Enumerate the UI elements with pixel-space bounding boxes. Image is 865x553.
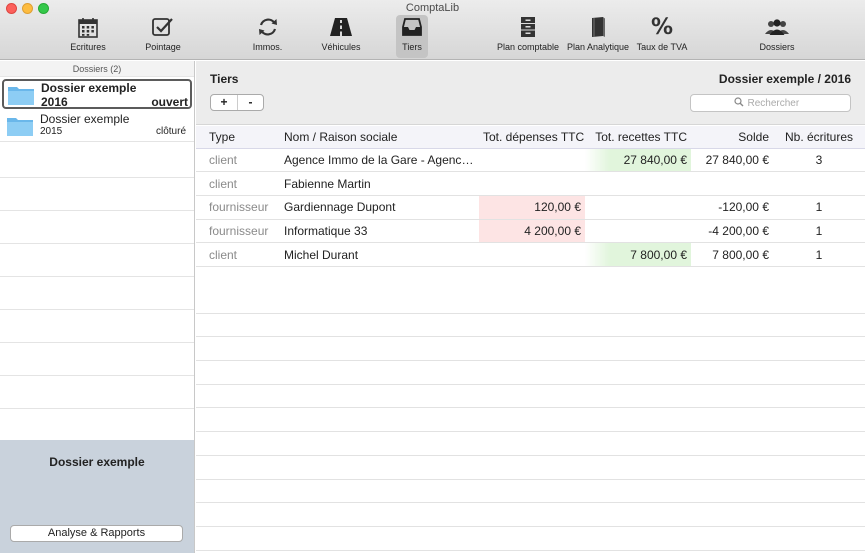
cell-nb: 1: [773, 195, 865, 220]
cell-name: Informatique 33: [278, 219, 479, 244]
toolbar-taux-tva-button[interactable]: % Taux de TVA: [634, 15, 690, 58]
cell-solde: -4 200,00 €: [691, 219, 773, 244]
toolbar-tiers-label: Tiers: [402, 42, 422, 52]
dossier-info-panel: Dossier exemple Analyse & Rapports: [0, 440, 194, 553]
toolbar-immos-label: Immos.: [252, 42, 283, 52]
cell-solde: 7 800,00 €: [691, 242, 773, 267]
toolbar-plan-comptable-button[interactable]: Plan comptable: [494, 15, 562, 58]
column-header-nb-ecritures[interactable]: Nb. écritures: [773, 126, 865, 149]
cell-recettes: [585, 219, 691, 244]
search-input[interactable]: [747, 97, 808, 109]
cabinet-icon: [520, 15, 536, 39]
tiers-header: Tiers Dossier exemple / 2016 + -: [196, 61, 865, 125]
remove-tiers-button[interactable]: -: [237, 95, 263, 110]
column-header-recettes[interactable]: Tot. recettes TTC: [585, 126, 691, 149]
cell-recettes: 7 800,00 €: [585, 242, 691, 267]
folder-item-2016[interactable]: Dossier exemple 2016 ouvert: [2, 79, 192, 109]
checkbox-icon: [152, 15, 174, 39]
tiers-table: Type Nom / Raison sociale Tot. dépenses …: [196, 126, 865, 267]
calendar-icon: [78, 15, 98, 39]
add-tiers-button[interactable]: +: [211, 95, 237, 110]
cell-name: Gardiennage Dupont: [278, 195, 479, 220]
table-empty-rows: [196, 290, 865, 551]
folder-status: ouvert: [151, 95, 188, 109]
search-field[interactable]: [690, 94, 851, 112]
cell-depenses: 120,00 €: [479, 195, 585, 220]
percent-icon: %: [650, 14, 674, 40]
toolbar-plan-analytique-button[interactable]: Plan Analytique: [565, 15, 631, 58]
table-row[interactable]: client Agence Immo de la Gare - Agence I…: [196, 148, 865, 173]
toolbar-dossiers-button[interactable]: Dossiers: [756, 15, 798, 58]
column-header-type[interactable]: Type: [196, 126, 278, 149]
cell-type: fournisseur: [196, 195, 278, 220]
cell-recettes: [585, 171, 691, 196]
folder-status: clôturé: [155, 126, 186, 137]
cell-type: client: [196, 171, 278, 196]
toolbar-immos-button[interactable]: Immos.: [245, 15, 290, 58]
cell-depenses: 4 200,00 €: [479, 219, 585, 244]
column-header-solde[interactable]: Solde: [691, 126, 773, 149]
add-remove-control: + -: [210, 94, 264, 111]
toolbar-pointage-button[interactable]: Pointage: [138, 15, 188, 58]
cell-recettes: [585, 195, 691, 220]
road-icon: [329, 15, 353, 39]
cell-nb: [773, 171, 865, 196]
sidebar-empty-rows: [0, 145, 194, 442]
table-row[interactable]: client Michel Durant 7 800,00 € 7 800,00…: [196, 242, 865, 267]
tiers-pane: Tiers Dossier exemple / 2016 + - Type No…: [196, 61, 865, 553]
folder-item-2015[interactable]: Dossier exemple 2015 clôturé: [0, 109, 194, 142]
cell-nb: 1: [773, 242, 865, 267]
toolbar-ecritures-button[interactable]: Ecritures: [62, 15, 114, 58]
cell-type: fournisseur: [196, 219, 278, 244]
toolbar-dossiers-label: Dossiers: [759, 42, 795, 52]
cell-depenses: [479, 148, 585, 173]
table-row[interactable]: fournisseur Informatique 33 4 200,00 € -…: [196, 219, 865, 244]
dossiers-sidebar: Dossiers (2) Dossier exemple 2016 ouvert…: [0, 61, 195, 553]
column-header-depenses[interactable]: Tot. dépenses TTC: [479, 126, 585, 149]
table-row[interactable]: fournisseur Gardiennage Dupont 120,00 € …: [196, 195, 865, 220]
inbox-icon: [402, 15, 422, 39]
cell-recettes: 27 840,00 €: [585, 148, 691, 173]
folder-icon: [7, 84, 35, 109]
search-icon: [733, 96, 744, 110]
cell-name: Michel Durant: [278, 242, 479, 267]
analyse-rapports-button[interactable]: Analyse & Rapports: [10, 525, 183, 542]
dossier-info-title: Dossier exemple: [49, 455, 145, 469]
page-title: Tiers: [210, 72, 239, 86]
refresh-icon: [257, 15, 279, 39]
toolbar-vehicules-label: Véhicules: [321, 42, 361, 52]
window-title: ComptaLib: [405, 2, 460, 14]
cell-nb: 3: [773, 148, 865, 173]
folder-icon: [6, 115, 34, 140]
cell-solde: 27 840,00 €: [691, 148, 773, 173]
folder-year: 2016: [41, 95, 68, 109]
column-header-name[interactable]: Nom / Raison sociale: [278, 126, 479, 149]
cell-name: Fabienne Martin: [278, 171, 479, 196]
cell-depenses: [479, 171, 585, 196]
cell-solde: [691, 171, 773, 196]
folder-name: Dossier exemple: [40, 112, 130, 126]
dossier-title: Dossier exemple / 2016: [718, 72, 851, 86]
sidebar-header: Dossiers (2): [0, 61, 194, 77]
cell-depenses: [479, 242, 585, 267]
book-icon: [590, 15, 606, 39]
folder-year: 2015: [40, 126, 63, 137]
toolbar-plan-comptable-label: Plan comptable: [496, 42, 560, 52]
toolbar-ecritures-label: Ecritures: [70, 42, 106, 52]
cell-nb: 1: [773, 219, 865, 244]
cell-type: client: [196, 242, 278, 267]
cell-type: client: [196, 148, 278, 173]
toolbar-tiers-button[interactable]: Tiers: [396, 15, 428, 58]
cell-solde: -120,00 €: [691, 195, 773, 220]
cell-name: Agence Immo de la Gare - Agence Im...: [278, 148, 479, 173]
window-toolbar: ComptaLib Ecritures Pointage Immos. Véhi…: [0, 0, 865, 60]
toolbar-pointage-label: Pointage: [145, 42, 181, 52]
table-row[interactable]: client Fabienne Martin: [196, 171, 865, 196]
toolbar-plan-analytique-label: Plan Analytique: [566, 42, 630, 52]
toolbar-vehicules-button[interactable]: Véhicules: [316, 15, 366, 58]
table-header-row: Type Nom / Raison sociale Tot. dépenses …: [196, 126, 865, 149]
people-icon: [764, 15, 790, 39]
folder-name: Dossier exemple: [41, 81, 137, 95]
toolbar-taux-tva-label: Taux de TVA: [636, 42, 688, 52]
